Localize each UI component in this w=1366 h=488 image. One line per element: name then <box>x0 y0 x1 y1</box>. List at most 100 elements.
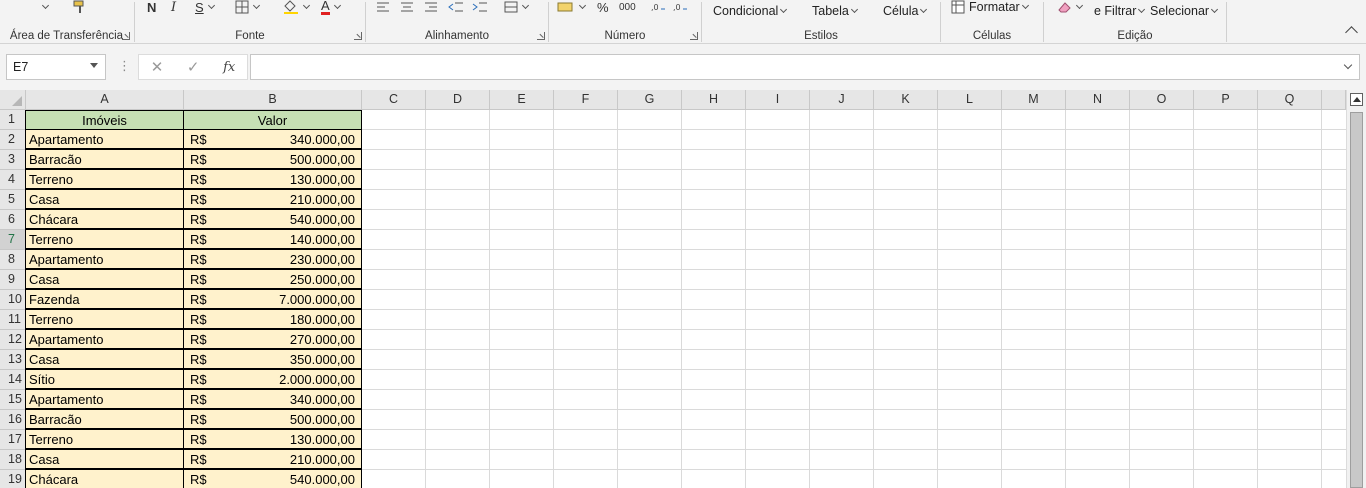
table-cell-imovel[interactable]: Barracão <box>25 149 184 169</box>
row-header-5[interactable]: 5 <box>0 190 26 210</box>
format-painter-button[interactable] <box>72 0 88 16</box>
enter-icon[interactable]: ✓ <box>187 58 200 76</box>
row-header-18[interactable]: 18 <box>0 450 26 470</box>
table-cell-valor[interactable]: R$ 340.000,00 <box>183 129 362 149</box>
underline-button[interactable]: S <box>195 0 216 16</box>
row-header-15[interactable]: 15 <box>0 390 26 410</box>
table-cell-imovel[interactable]: Casa <box>25 269 184 289</box>
table-cell-valor[interactable]: R$ 540.000,00 <box>183 469 362 488</box>
table-header-imoveis[interactable]: Imóveis <box>25 110 184 130</box>
table-header-valor[interactable]: Valor <box>183 110 362 130</box>
table-cell-valor[interactable]: R$ 140.000,00 <box>183 229 362 249</box>
table-cell-valor[interactable]: R$ 500.000,00 <box>183 409 362 429</box>
table-cell-imovel[interactable]: Apartamento <box>25 249 184 269</box>
table-cell-imovel[interactable]: Terreno <box>25 229 184 249</box>
decrease-decimal-button[interactable]: ,0 <box>673 0 689 16</box>
column-header-a[interactable]: A <box>26 90 184 110</box>
column-header-o[interactable]: O <box>1130 90 1194 110</box>
column-header-j[interactable]: J <box>810 90 874 110</box>
table-cell-valor[interactable]: R$ 130.000,00 <box>183 169 362 189</box>
table-cell-valor[interactable]: R$ 350.000,00 <box>183 349 362 369</box>
table-cell-valor[interactable]: R$ 340.000,00 <box>183 389 362 409</box>
table-cell-valor[interactable]: R$ 500.000,00 <box>183 149 362 169</box>
align-center-button[interactable] <box>400 0 414 16</box>
sort-filter-button[interactable]: e Filtrar <box>1094 4 1146 18</box>
bold-button[interactable]: N <box>147 0 156 16</box>
accounting-format-button[interactable] <box>557 0 587 16</box>
find-select-button[interactable]: Selecionar <box>1150 4 1219 18</box>
conditional-formatting-button[interactable]: Condicional <box>713 4 788 18</box>
table-cell-valor[interactable]: R$ 7.000.000,00 <box>183 289 362 309</box>
align-right-button[interactable] <box>424 0 438 16</box>
font-launcher-button[interactable] <box>354 32 362 40</box>
alignment-launcher-button[interactable] <box>537 32 545 40</box>
align-left-button[interactable] <box>376 0 390 16</box>
expand-formula-bar-icon[interactable] <box>1343 60 1353 70</box>
table-cell-valor[interactable]: R$ 2.000.000,00 <box>183 369 362 389</box>
table-cell-imovel[interactable]: Apartamento <box>25 329 184 349</box>
name-box-dropdown-icon[interactable] <box>90 63 98 68</box>
column-header-p[interactable]: P <box>1194 90 1258 110</box>
row-header-16[interactable]: 16 <box>0 410 26 430</box>
row-header-4[interactable]: 4 <box>0 170 26 190</box>
row-header-19[interactable]: 19 <box>0 470 26 488</box>
clear-button[interactable] <box>1056 0 1084 16</box>
table-cell-imovel[interactable]: Terreno <box>25 309 184 329</box>
column-header-f[interactable]: F <box>554 90 618 110</box>
row-header-6[interactable]: 6 <box>0 210 26 230</box>
row-header-9[interactable]: 9 <box>0 270 26 290</box>
row-header-7[interactable]: 7 <box>0 230 26 250</box>
insert-function-icon[interactable]: fx <box>223 60 235 75</box>
row-header-12[interactable]: 12 <box>0 330 26 350</box>
font-color-button[interactable]: A <box>321 0 342 16</box>
table-cell-imovel[interactable]: Apartamento <box>25 129 184 149</box>
vertical-scrollbar[interactable] <box>1346 90 1366 488</box>
name-box[interactable]: E7 <box>6 54 106 80</box>
row-header-8[interactable]: 8 <box>0 250 26 270</box>
italic-button[interactable]: I <box>171 0 176 16</box>
column-header-n[interactable]: N <box>1066 90 1130 110</box>
table-cell-valor[interactable]: R$ 250.000,00 <box>183 269 362 289</box>
table-cell-imovel[interactable]: Sítio <box>25 369 184 389</box>
spreadsheet-grid[interactable]: ABCDEFGHIJKLMNOPQ 1 2 3 4 5 6 7 8 9 10 11 12 13 14 15 1… <box>0 90 1346 488</box>
table-cell-imovel[interactable]: Apartamento <box>25 389 184 409</box>
column-header-q[interactable]: Q <box>1258 90 1322 110</box>
select-all-button[interactable] <box>0 90 26 110</box>
format-as-table-button[interactable]: Tabela <box>812 4 859 18</box>
column-header-c[interactable]: C <box>362 90 426 110</box>
row-header-13[interactable]: 13 <box>0 350 26 370</box>
clipboard-launcher-button[interactable] <box>122 32 130 40</box>
format-cells-button[interactable]: Formatar <box>951 0 1030 14</box>
table-cell-valor[interactable]: R$ 540.000,00 <box>183 209 362 229</box>
increase-decimal-button[interactable]: ,0 <box>651 0 667 16</box>
column-header-m[interactable]: M <box>1002 90 1066 110</box>
table-cell-valor[interactable]: R$ 210.000,00 <box>183 449 362 469</box>
cancel-icon[interactable]: ✕ <box>151 58 164 76</box>
table-cell-imovel[interactable]: Fazenda <box>25 289 184 309</box>
scroll-up-button[interactable] <box>1350 93 1363 106</box>
column-header-k[interactable]: K <box>874 90 938 110</box>
row-header-1[interactable]: 1 <box>0 110 26 130</box>
column-header-h[interactable]: H <box>682 90 746 110</box>
row-header-10[interactable]: 10 <box>0 290 26 310</box>
table-cell-imovel[interactable]: Terreno <box>25 429 184 449</box>
row-header-11[interactable]: 11 <box>0 310 26 330</box>
table-cell-imovel[interactable]: Chácara <box>25 469 184 488</box>
table-cell-valor[interactable]: R$ 270.000,00 <box>183 329 362 349</box>
column-header-l[interactable]: L <box>938 90 1002 110</box>
fill-color-button[interactable] <box>283 0 311 16</box>
increase-indent-button[interactable] <box>472 0 488 16</box>
percent-style-button[interactable]: % <box>597 0 609 16</box>
comma-style-button[interactable]: 000 <box>619 0 636 16</box>
column-header-d[interactable]: D <box>426 90 490 110</box>
number-launcher-button[interactable] <box>690 32 698 40</box>
cell-styles-button[interactable]: Célula <box>883 4 928 18</box>
scroll-thumb[interactable] <box>1350 112 1363 488</box>
table-cell-imovel[interactable]: Casa <box>25 349 184 369</box>
table-cell-valor[interactable]: R$ 130.000,00 <box>183 429 362 449</box>
table-cell-imovel[interactable]: Terreno <box>25 169 184 189</box>
column-header-i[interactable]: I <box>746 90 810 110</box>
row-header-14[interactable]: 14 <box>0 370 26 390</box>
column-header-e[interactable]: E <box>490 90 554 110</box>
table-cell-imovel[interactable]: Chácara <box>25 209 184 229</box>
